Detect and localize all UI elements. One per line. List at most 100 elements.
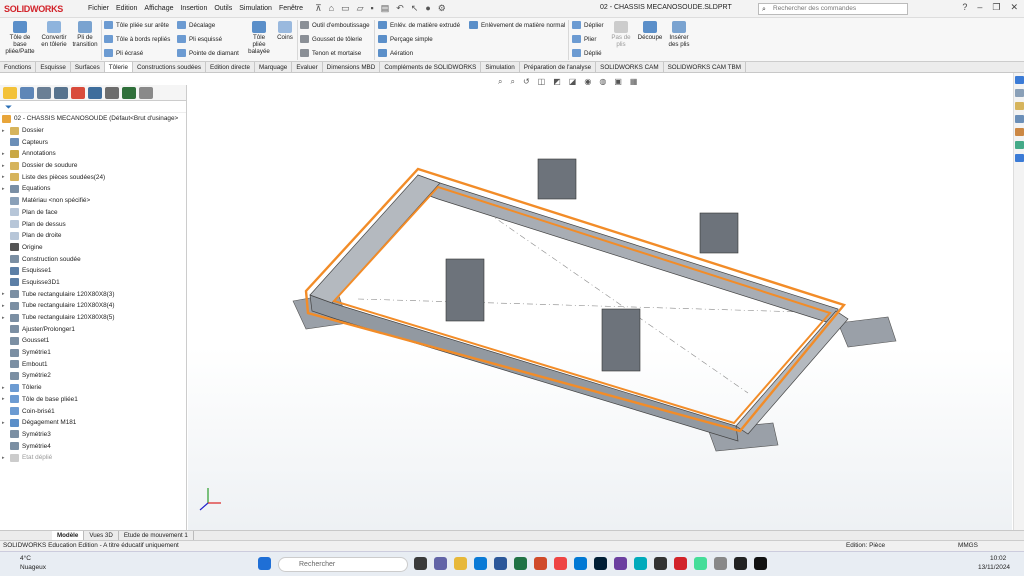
custom-properties-icon[interactable]	[1015, 141, 1024, 149]
resources-icon[interactable]	[1015, 76, 1024, 84]
menu-insertion[interactable]: Insertion	[180, 5, 207, 12]
tole-pliee-arete-button[interactable]: Tôle pliée sur arête	[104, 21, 169, 29]
inserer-plis-button[interactable]: Insérer des plis	[664, 21, 694, 48]
pli-esquisse-button[interactable]: Pli esquissé	[177, 35, 222, 43]
teams-icon[interactable]	[434, 557, 447, 570]
app-icon[interactable]	[734, 557, 747, 570]
enlev-extrude-button[interactable]: Enlév. de matière extrudé	[378, 21, 460, 29]
displaymanager-icon[interactable]	[71, 86, 85, 99]
cam-icon[interactable]	[88, 86, 102, 99]
menu-outils[interactable]: Outils	[214, 5, 232, 12]
expand-icon[interactable]: ▸	[2, 128, 10, 134]
tree-item[interactable]: Symétrie1	[2, 347, 186, 359]
graphics-viewport[interactable]	[188, 73, 1012, 530]
menu-edition[interactable]: Edition	[116, 5, 137, 12]
app-icon[interactable]	[754, 557, 767, 570]
app-icon[interactable]	[714, 557, 727, 570]
tab-surfaces[interactable]: Surfaces	[71, 62, 105, 72]
tree-item[interactable]: Symétrie4	[2, 440, 186, 452]
scene-icon[interactable]: ▣	[614, 77, 622, 87]
new-icon[interactable]: ▭	[341, 3, 350, 14]
tree-item[interactable]: ▸ Liste des pièces soudées(24)	[2, 171, 186, 183]
expand-icon[interactable]: ▸	[2, 315, 10, 321]
view-palette-icon[interactable]	[1015, 115, 1024, 123]
coins-button[interactable]: Coins	[274, 21, 296, 41]
app-icon[interactable]	[694, 557, 707, 570]
outlook-icon[interactable]	[574, 557, 587, 570]
pin-icon[interactable]: ⊼	[315, 3, 322, 14]
view-settings-icon[interactable]: ▦	[630, 77, 638, 87]
tree-item[interactable]: ▸ Tube rectangulaire 120X80X8(4)	[2, 300, 186, 312]
task-view-icon[interactable]	[414, 557, 427, 570]
menu-fichier[interactable]: Fichier	[88, 5, 109, 12]
tab-etude-mouvement[interactable]: Etude de mouvement 1	[119, 531, 194, 540]
pointe-diamant-button[interactable]: Pointe de diamant	[177, 49, 239, 57]
expand-icon[interactable]: ▸	[2, 291, 10, 297]
close-icon[interactable]: ✕	[1010, 2, 1018, 13]
open-icon[interactable]: ▱	[357, 3, 364, 14]
tab-constructions-soudees[interactable]: Constructions soudées	[133, 62, 207, 72]
pas-plis-button[interactable]: Pas de plis	[610, 21, 632, 48]
tree-item[interactable]: Matériau <non spécifié>	[2, 195, 186, 207]
tab-solidworks-cam[interactable]: SOLIDWORKS CAM	[596, 62, 664, 72]
expand-icon[interactable]: ▸	[2, 303, 10, 309]
excel-icon[interactable]	[514, 557, 527, 570]
tree-item[interactable]: Construction soudée	[2, 253, 186, 265]
convertir-button[interactable]: Convertir en tôlerie	[38, 21, 70, 48]
file-explorer-icon[interactable]	[454, 557, 467, 570]
expand-icon[interactable]: ▸	[2, 186, 10, 192]
cam-tree-icon[interactable]	[105, 86, 119, 99]
tab-fonctions[interactable]: Fonctions	[0, 62, 37, 72]
tree-item[interactable]: ▸ Tôle de base pliée1	[2, 394, 186, 406]
section-view-icon[interactable]: ◫	[538, 77, 546, 87]
zoom-area-icon[interactable]: ⌕	[510, 77, 514, 87]
photoshop-icon[interactable]	[594, 557, 607, 570]
analysis-icon[interactable]	[122, 86, 136, 99]
tree-item[interactable]: Plan de droite	[2, 230, 186, 242]
menu-fenetre[interactable]: Fenêtre	[279, 5, 303, 12]
gousset-tolerie-button[interactable]: Gousset de tôlerie	[300, 35, 362, 43]
expand-icon[interactable]: ▸	[2, 385, 10, 391]
tree-item[interactable]: Symétrie2	[2, 370, 186, 382]
tab-simulation[interactable]: Simulation	[481, 62, 520, 72]
weather-temp[interactable]: 4°C	[20, 555, 31, 562]
appearances-icon[interactable]	[1015, 128, 1024, 136]
pli-transition-button[interactable]: Pli de transition	[70, 21, 100, 48]
chassis-model[interactable]	[188, 73, 1012, 530]
menu-affichage[interactable]: Affichage	[144, 5, 173, 12]
configurationmanager-icon[interactable]	[37, 86, 51, 99]
tree-item[interactable]: Esquisse1	[2, 265, 186, 277]
deplie-button[interactable]: Déplié	[572, 49, 602, 57]
previous-view-icon[interactable]: ↺	[523, 77, 530, 87]
propertymanager-icon[interactable]	[20, 86, 34, 99]
enlev-normal-button[interactable]: Enlèvement de matière normal	[469, 21, 565, 29]
tab-modele[interactable]: Modèle	[52, 531, 85, 540]
tree-item[interactable]: ▸ Annotations	[2, 148, 186, 160]
tab-tolerie[interactable]: Tôlerie	[104, 62, 133, 72]
tree-item[interactable]: ▸ Etat déplié	[2, 452, 186, 464]
rebuild-icon[interactable]: ●	[425, 3, 430, 14]
print-icon[interactable]: ▤	[381, 3, 390, 14]
tree-item[interactable]: Plan de face	[2, 207, 186, 219]
percage-simple-button[interactable]: Perçage simple	[378, 35, 433, 43]
word-icon[interactable]	[494, 557, 507, 570]
restore-icon[interactable]: ❐	[992, 2, 1000, 13]
tree-item[interactable]: Gousset1	[2, 335, 186, 347]
decalage-button[interactable]: Décalage	[177, 21, 215, 29]
more-tabs-icon[interactable]	[139, 86, 153, 99]
command-search-input[interactable]: ⌕ Rechercher des commandes	[758, 3, 908, 15]
file-explorer-icon[interactable]	[1015, 102, 1024, 110]
tree-item[interactable]: ▸ Dossier de soudure	[2, 160, 186, 172]
edge-icon[interactable]	[474, 557, 487, 570]
tole-bords-button[interactable]: Tôle à bords repliés	[104, 35, 170, 43]
tab-marquage[interactable]: Marquage	[255, 62, 293, 72]
solidworks-icon[interactable]	[674, 557, 687, 570]
tree-item[interactable]: Coin-brisé1	[2, 405, 186, 417]
view-orientation-icon[interactable]: ◩	[553, 77, 561, 87]
plier-button[interactable]: Plier	[572, 35, 596, 43]
clock-time[interactable]: 10:02	[990, 555, 1006, 562]
powerpoint-icon[interactable]	[534, 557, 547, 570]
expand-icon[interactable]: ▸	[2, 420, 10, 426]
tab-esquisse[interactable]: Esquisse	[36, 62, 71, 72]
expand-icon[interactable]: ▸	[2, 151, 10, 157]
